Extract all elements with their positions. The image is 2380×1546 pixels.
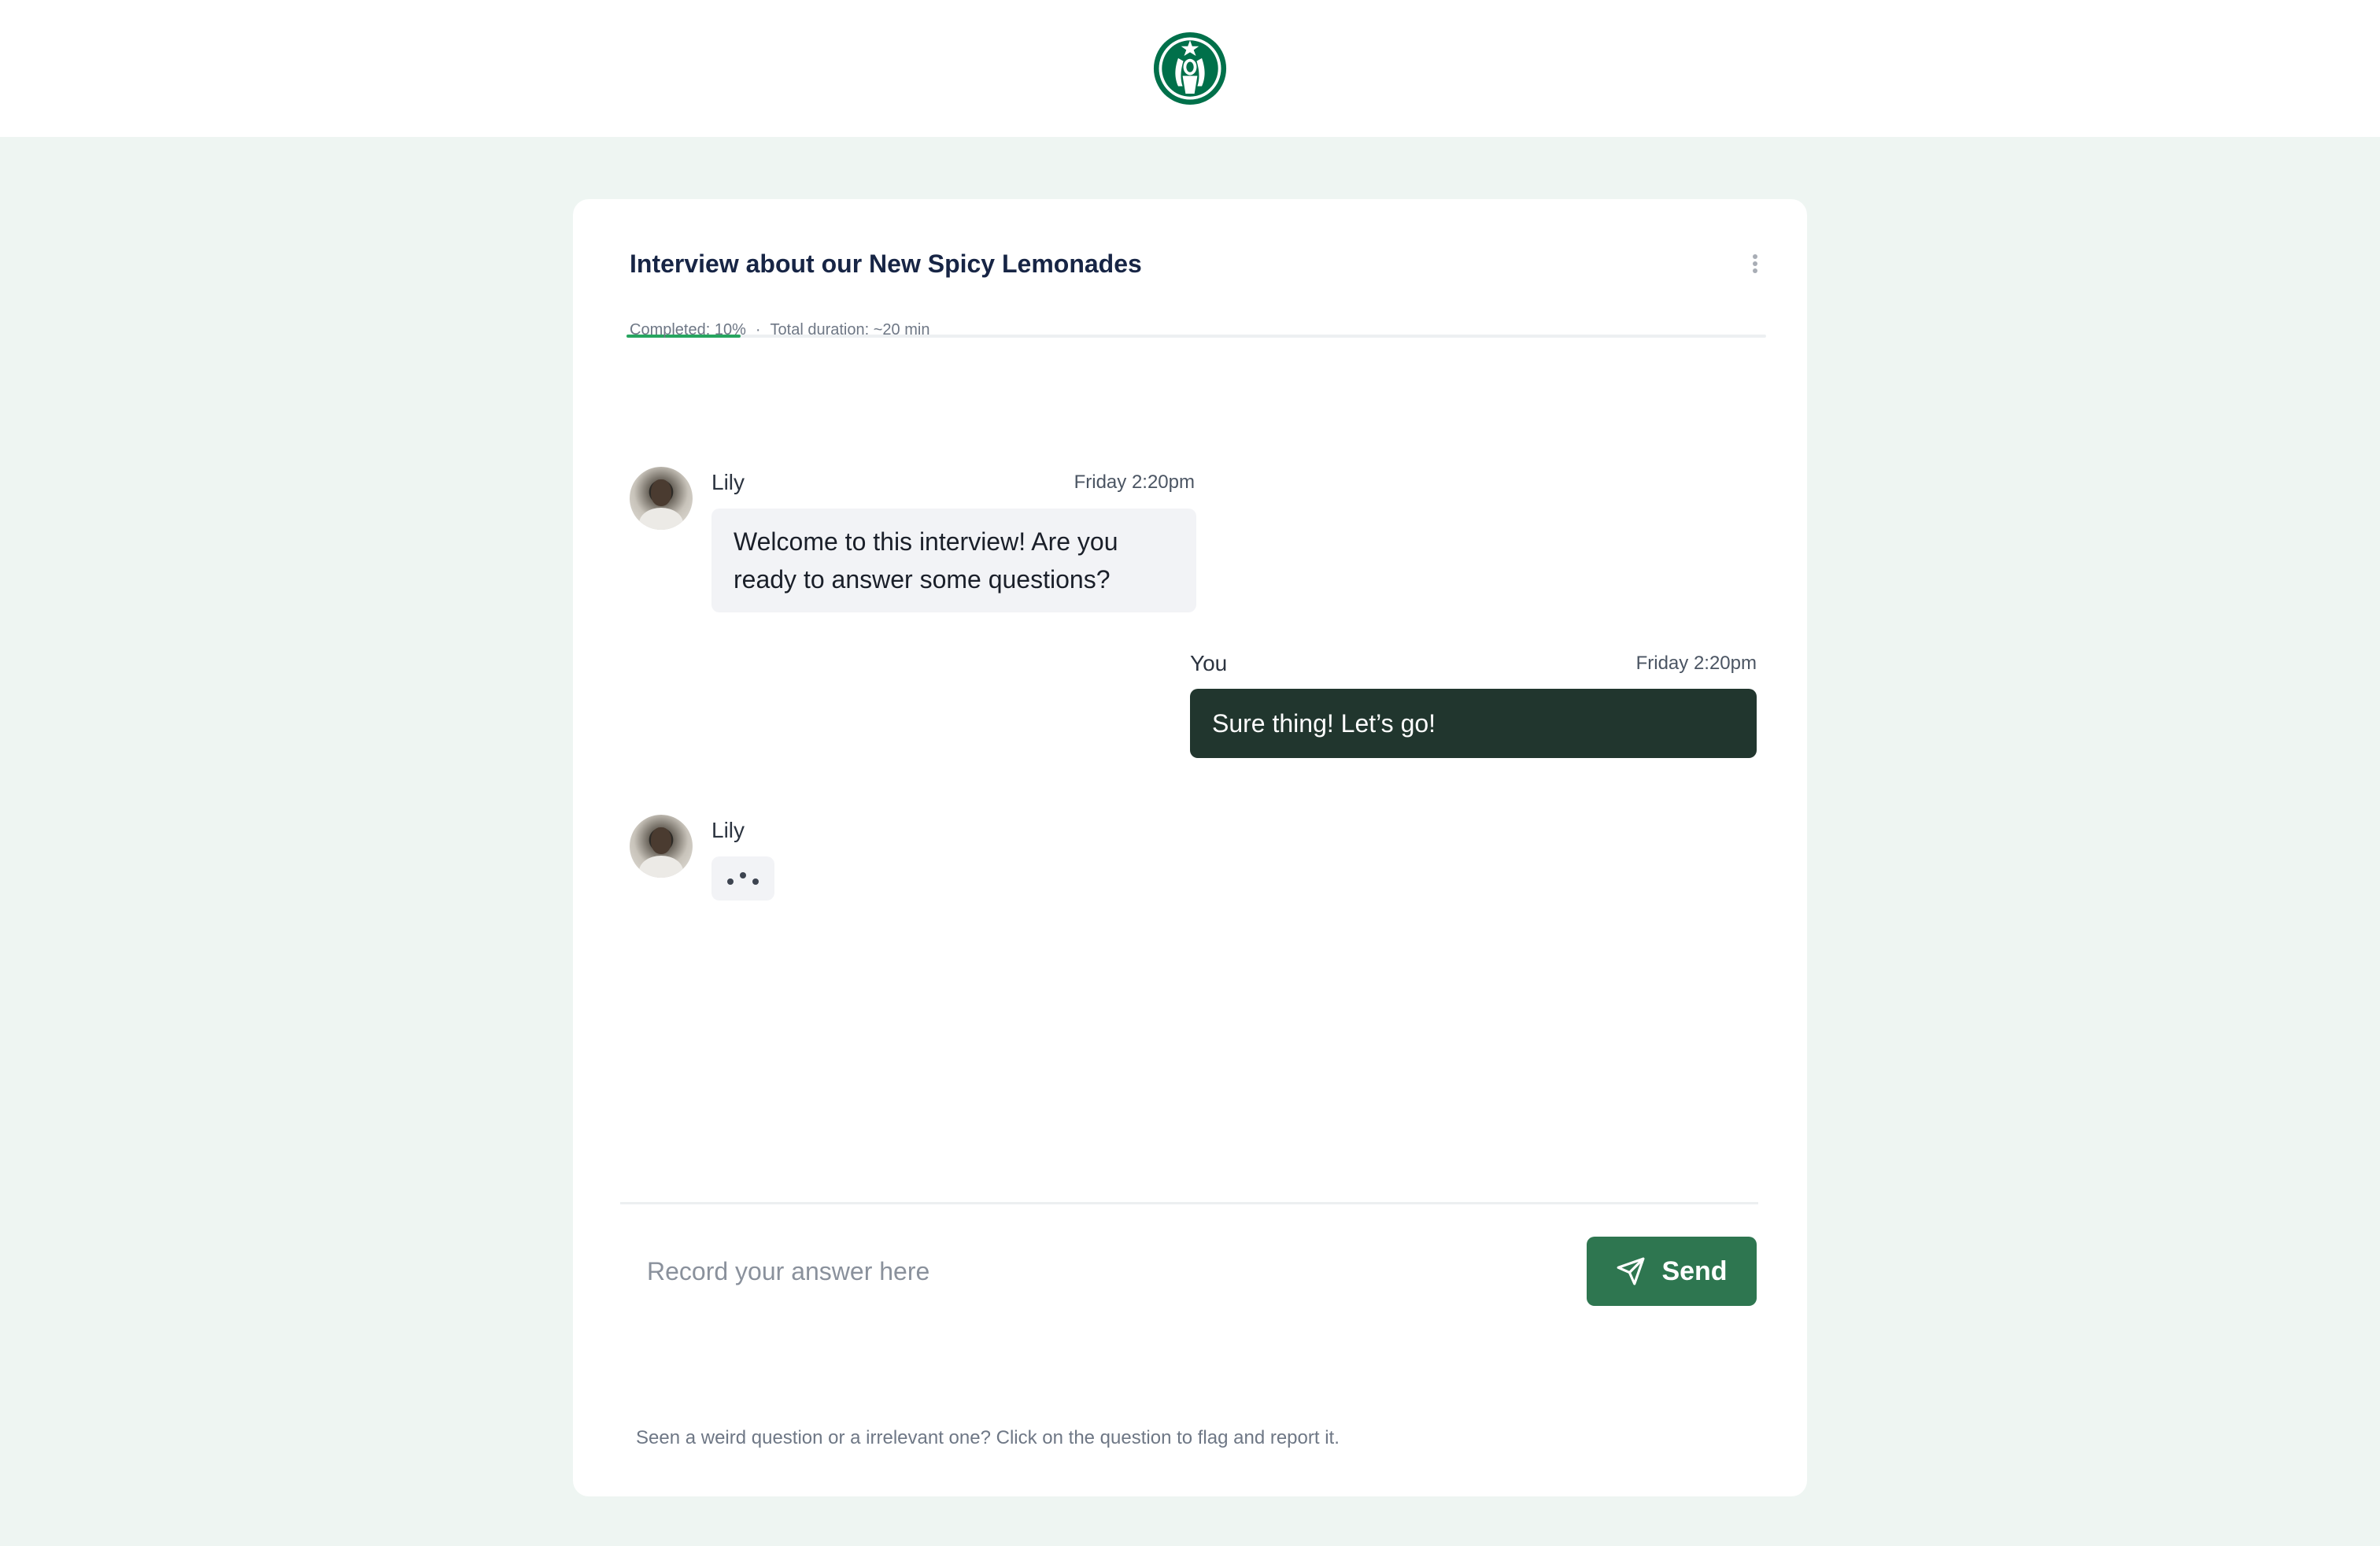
composer-divider xyxy=(620,1202,1758,1204)
answer-input[interactable] xyxy=(630,1237,1574,1306)
interview-meta: Completed: 10% · Total duration: ~20 min xyxy=(630,314,929,346)
message-bubble-incoming[interactable]: Welcome to this interview! Are you ready… xyxy=(711,509,1196,612)
send-button-label: Send xyxy=(1661,1256,1728,1286)
avatar-lily xyxy=(630,467,693,530)
message-sender: Lily xyxy=(711,818,745,842)
paper-plane-icon xyxy=(1617,1257,1645,1285)
interview-title: Interview about our New Spicy Lemonades xyxy=(630,250,1142,278)
message-sender: You xyxy=(1190,651,1228,675)
typing-indicator xyxy=(711,856,774,901)
flag-report-note: Seen a weird question or a irrelevant on… xyxy=(636,1427,1340,1448)
starbucks-logo[interactable] xyxy=(1153,31,1227,105)
avatar-lily xyxy=(630,815,693,878)
message-sender: Lily xyxy=(711,470,745,494)
more-options-icon[interactable] xyxy=(1746,250,1765,278)
total-duration: Total duration: ~20 min xyxy=(770,321,930,338)
message-time: Friday 2:20pm xyxy=(1074,472,1195,493)
message-bubble-outgoing: Sure thing! Let’s go! xyxy=(1190,689,1757,758)
interview-card: Interview about our New Spicy Lemonades … xyxy=(573,199,1807,1496)
meta-separator: · xyxy=(755,321,761,338)
completion-status: Completed: 10% xyxy=(630,321,746,338)
send-button[interactable]: Send xyxy=(1587,1237,1757,1306)
message-time: Friday 2:20pm xyxy=(1635,653,1757,674)
top-bar xyxy=(0,0,2380,137)
